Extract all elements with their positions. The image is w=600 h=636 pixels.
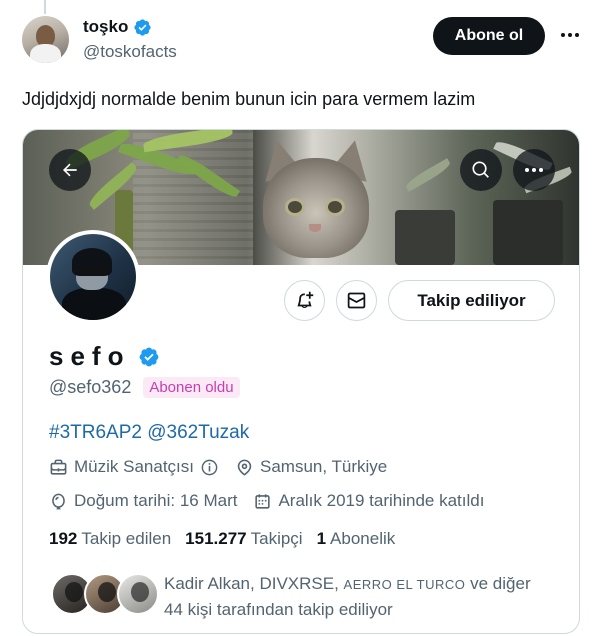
followed-by-smallcaps-name: AERRO EL TURCO	[343, 577, 466, 592]
subscribed-badge: Abonen oldu	[143, 377, 240, 398]
author-avatar[interactable]	[22, 16, 69, 63]
author-handle[interactable]: @toskofacts	[83, 42, 177, 62]
profile-card: Takip ediliyor sefo @sefo362 Abonen oldu…	[22, 129, 580, 634]
followed-by-names: Kadir Alkan, DIVXRSE,	[164, 574, 339, 593]
birthday-text: Doğum tarihi: 16 Mart	[74, 491, 238, 510]
following-count: 192	[49, 529, 78, 548]
tweet-text: Jdjdjdxjdj normalde benim bunun icin par…	[22, 89, 476, 109]
profile-avatar[interactable]	[46, 230, 140, 324]
followers-label: Takipçi	[250, 529, 303, 548]
birthday-item: Doğum tarihi: 16 Mart	[49, 491, 237, 511]
subscriptions-stat[interactable]: 1 Abonelik	[317, 529, 396, 549]
joined-text: Aralık 2019 tarihinde katıldı	[278, 491, 485, 510]
search-button[interactable]	[460, 149, 502, 191]
profile-handle-row: @sefo362 Abonen oldu	[49, 377, 240, 398]
subscriptions-count: 1	[316, 529, 327, 548]
more-options-button[interactable]	[559, 24, 581, 46]
search-icon	[472, 161, 489, 178]
subscriptions-label: Abonelik	[330, 529, 396, 548]
profile-meta-row-2: Doğum tarihi: 16 Mart Aralık 2019 tarihi…	[49, 491, 500, 511]
following-label: Takip edilen	[81, 529, 172, 548]
profile-handle: @sefo362	[49, 377, 132, 397]
profile-stats: 192 Takip edilen 151.277 Takipçi 1 Abonelik	[49, 529, 409, 549]
profile-bio[interactable]: #3TR6AP2 @362Tuzak	[49, 422, 249, 444]
followed-by-line2: 44 kişi tarafından takip ediliyor	[164, 600, 393, 619]
followed-by-avatars[interactable]	[51, 571, 161, 619]
balloon-icon	[52, 493, 65, 509]
author-name[interactable]: toşko	[83, 17, 128, 37]
thread-line	[44, 0, 46, 14]
joined-item: Aralık 2019 tarihinde katıldı	[253, 491, 484, 511]
bell-plus-icon	[297, 291, 314, 308]
briefcase-icon	[50, 459, 67, 475]
category-item: Müzik Sanatçısı	[49, 457, 219, 477]
back-button[interactable]	[49, 149, 91, 191]
followed-by-suffix: ve diğer	[465, 574, 531, 593]
more-dots-icon	[525, 168, 543, 172]
banner-more-button[interactable]	[513, 149, 555, 191]
author-name-row: toşko	[83, 17, 152, 37]
followed-by-text[interactable]: Kadir Alkan, DIVXRSE, AERRO EL TURCO ve …	[164, 571, 564, 622]
back-arrow-icon	[62, 163, 77, 177]
verified-badge-icon	[140, 347, 159, 366]
info-icon[interactable]	[200, 458, 219, 477]
followers-count: 151.277	[185, 529, 247, 548]
location-pin-icon	[237, 459, 252, 476]
subscribe-button[interactable]: Abone ol	[433, 17, 545, 55]
verified-badge-icon	[134, 18, 151, 36]
followers-stat[interactable]: 151.277 Takipçi	[185, 529, 302, 549]
profile-name-row: sefo	[49, 341, 160, 372]
banner-cat-image	[255, 136, 377, 265]
category-text: Müzik Sanatçısı	[74, 457, 194, 476]
following-stat[interactable]: 192 Takip edilen	[49, 529, 171, 549]
location-item: Samsun, Türkiye	[235, 457, 387, 477]
calendar-icon	[255, 493, 271, 509]
following-button[interactable]: Takip ediliyor	[388, 280, 555, 321]
more-dots-icon	[561, 33, 579, 37]
location-text: Samsun, Türkiye	[260, 457, 388, 476]
avatar	[117, 573, 159, 615]
notify-button[interactable]	[284, 280, 325, 321]
message-button[interactable]	[336, 280, 377, 321]
profile-name: sefo	[49, 341, 131, 371]
envelope-icon	[347, 292, 366, 309]
profile-meta-row-1: Müzik Sanatçısı Samsun, Türkiye	[49, 457, 403, 477]
